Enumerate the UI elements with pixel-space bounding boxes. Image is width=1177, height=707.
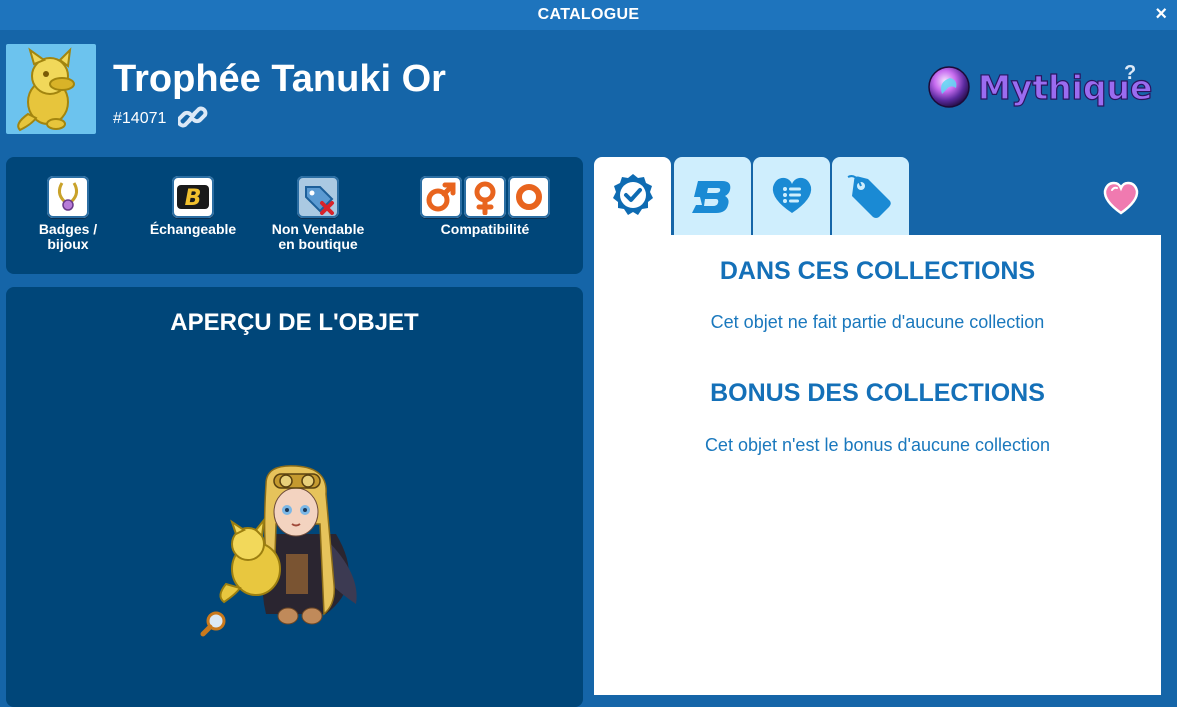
property-badges: Badges / bijoux — [18, 176, 118, 252]
tab-bonus[interactable] — [674, 157, 751, 235]
property-not-sellable: Non Vendable en boutique — [262, 176, 374, 252]
tab-wishlist[interactable] — [753, 157, 830, 235]
svg-text:B: B — [185, 186, 202, 211]
male-icon — [420, 176, 462, 218]
property-tradable-label: Échangeable — [149, 221, 237, 237]
property-compatibility: Compatibilité — [410, 176, 560, 237]
tab-collections[interactable] — [594, 157, 671, 235]
mythic-orb-icon — [928, 66, 970, 108]
heart-list-icon — [772, 177, 812, 213]
zoom-icon[interactable] — [200, 610, 228, 638]
bonus-collections-empty-text: Cet objet n'est le bonus d'aucune collec… — [704, 435, 1051, 455]
preview-title: APERÇU DE L'OBJET — [170, 309, 419, 336]
golden-tanuki-icon — [17, 47, 75, 132]
property-compatibility-label: Compatibilité — [440, 221, 530, 237]
close-button[interactable]: × — [1155, 3, 1167, 26]
b-letter-icon — [692, 181, 731, 213]
collections-panel: DANS CES COLLECTIONS Cet objet ne fait p… — [594, 235, 1161, 695]
item-header: Trophée Tanuki Or #14071 Mythique ? — [0, 30, 1177, 155]
b-badge-icon: B — [172, 176, 214, 218]
favorite-heart-icon[interactable] — [1102, 180, 1140, 216]
collections-heading: DANS CES COLLECTIONS — [719, 257, 1036, 285]
property-badges-label: Badges / bijoux — [38, 221, 98, 252]
property-not-sellable-line2: en boutique — [278, 236, 358, 252]
tag-icon — [847, 175, 891, 218]
necklace-icon — [47, 176, 89, 218]
item-preview-panel: APERÇU DE L'OBJET — [6, 287, 583, 707]
tag-crossed-icon — [297, 176, 339, 218]
bonus-collections-heading: BONUS DES COLLECTIONS — [710, 379, 1045, 407]
neutral-icon — [508, 176, 550, 218]
female-icon — [464, 176, 506, 218]
item-name: Trophée Tanuki Or — [113, 58, 446, 100]
window-title: CATALOGUE — [537, 6, 640, 23]
rarity-help-button[interactable]: ? — [1124, 62, 1136, 85]
item-properties: Badges / bijoux B Échangeable Non Vendab… — [6, 157, 583, 274]
link-icon[interactable] — [176, 104, 208, 132]
check-badge-icon — [613, 174, 653, 215]
avatar-preview-image — [219, 465, 357, 625]
item-id: #14071 — [113, 110, 167, 127]
property-tradable: B Échangeable — [143, 176, 243, 237]
right-edge — [1161, 235, 1177, 687]
item-thumbnail — [6, 44, 96, 134]
collections-empty-text: Cet objet ne fait partie d'aucune collec… — [710, 312, 1045, 332]
title-bar: CATALOGUE × — [0, 0, 1177, 30]
property-not-sellable-line1: Non Vendable — [271, 221, 365, 237]
tab-price[interactable] — [832, 157, 909, 235]
